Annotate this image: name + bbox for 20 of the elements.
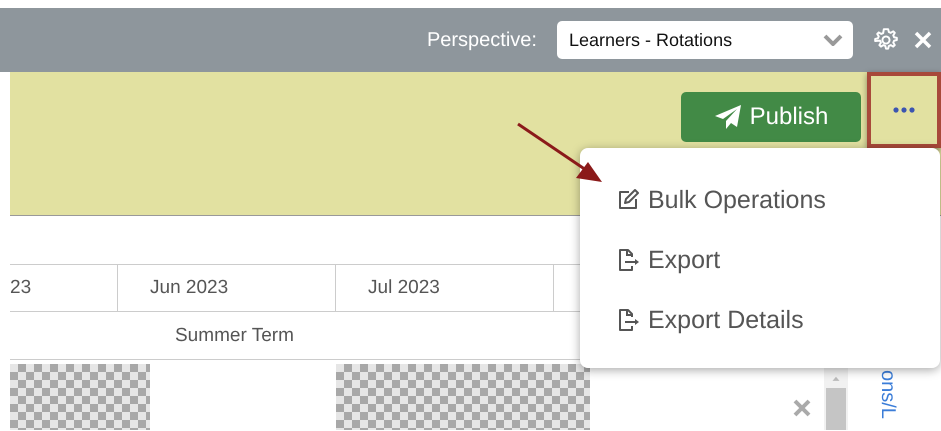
- menu-item[interactable]: Bulk Operations: [580, 170, 940, 230]
- chevron-down-icon: [823, 34, 843, 46]
- edit-icon: [616, 188, 640, 212]
- month-header: Jun 2023: [118, 265, 336, 311]
- publish-button[interactable]: Publish: [681, 92, 861, 142]
- remove-icon[interactable]: [792, 398, 812, 418]
- scroll-up-icon[interactable]: [830, 376, 842, 382]
- paper-plane-icon: [714, 104, 742, 130]
- month-header: 23: [10, 265, 118, 311]
- perspective-dropdown[interactable]: Learners - Rotations: [557, 21, 853, 59]
- export-icon: [616, 248, 640, 272]
- more-button[interactable]: [867, 72, 941, 148]
- export-icon: [616, 308, 640, 332]
- more-icon: [893, 107, 915, 113]
- perspective-label: Perspective:: [426, 28, 537, 52]
- menu-item[interactable]: Export: [580, 230, 940, 290]
- close-icon[interactable]: [913, 30, 933, 50]
- month-header: Jul 2023: [336, 265, 554, 311]
- scrollbar[interactable]: [824, 368, 848, 430]
- vertical-label[interactable]: ons/L: [878, 370, 898, 419]
